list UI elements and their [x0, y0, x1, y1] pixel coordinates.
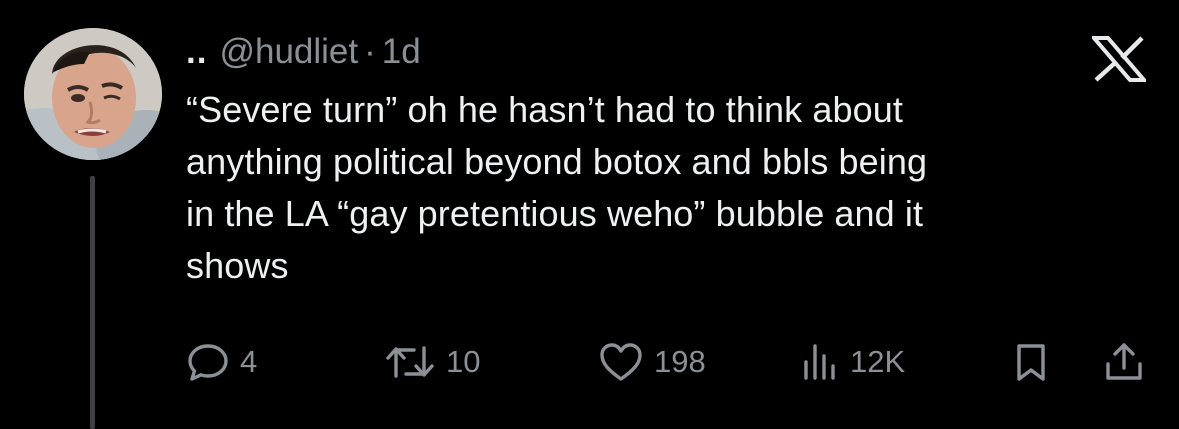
thread-line — [90, 176, 95, 429]
user-handle[interactable]: @hudliet — [219, 32, 358, 72]
view-count: 12K — [850, 344, 906, 379]
bookmark-icon — [1012, 340, 1050, 384]
repost-button[interactable]: 10 — [384, 336, 480, 388]
x-logo-icon[interactable] — [1089, 36, 1149, 82]
share-button[interactable] — [1102, 336, 1146, 388]
display-name[interactable]: .. — [186, 32, 207, 72]
reply-icon — [186, 340, 230, 384]
tweet-actions: 4 10 198 12K — [186, 336, 1146, 388]
like-count: 198 — [654, 344, 706, 379]
views-icon — [800, 340, 840, 384]
repost-icon — [384, 340, 436, 384]
tweet-text: “Severe turn” oh he hasn’t had to think … — [186, 89, 928, 286]
reply-count: 4 — [240, 344, 258, 379]
views-button[interactable]: 12K — [800, 336, 905, 388]
like-button[interactable]: 198 — [598, 336, 706, 388]
reply-button[interactable]: 4 — [186, 336, 257, 388]
avatar[interactable] — [24, 28, 162, 160]
bookmark-button[interactable] — [1012, 336, 1050, 388]
repost-count: 10 — [446, 344, 481, 379]
timestamp[interactable]: 1d — [382, 32, 421, 72]
separator-dot: · — [364, 32, 376, 71]
tweet-header: .. @hudliet · 1d — [186, 28, 421, 76]
avatar-photo — [24, 28, 162, 160]
heart-icon — [598, 340, 644, 384]
share-icon — [1102, 340, 1146, 384]
